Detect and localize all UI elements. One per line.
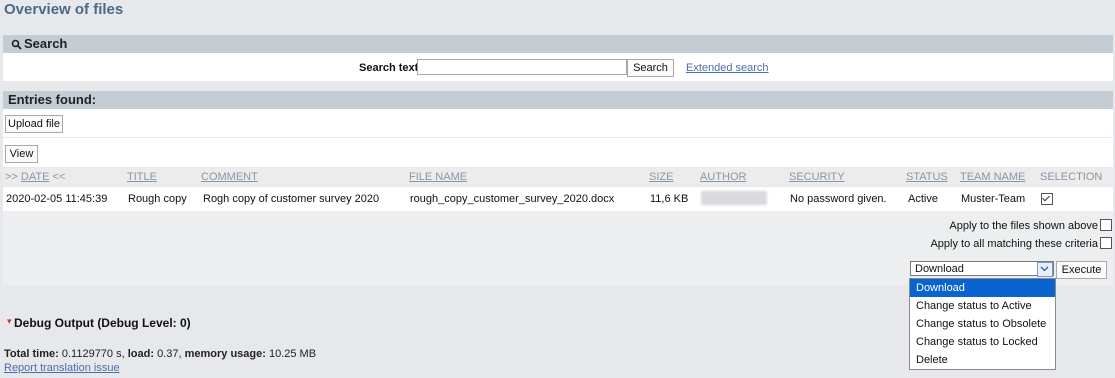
- entries-section-header: Entries found:: [3, 91, 1113, 109]
- column-header-team-name[interactable]: TEAM NAME: [960, 171, 1025, 183]
- sort-suffix-indicator: <<: [52, 171, 66, 183]
- column-header-size[interactable]: SIZE: [649, 171, 673, 183]
- cell-title: Rough copy: [128, 193, 187, 205]
- apply-matching-label: Apply to all matching these criteria: [930, 238, 1098, 250]
- column-header-security[interactable]: SECURITY: [789, 171, 845, 183]
- cell-file-name[interactable]: rough_copy_customer_survey_2020.docx: [410, 193, 614, 205]
- dropdown-option-status-obsolete[interactable]: Change status to Obsolete: [910, 315, 1055, 333]
- upload-row: Upload file: [3, 109, 1113, 137]
- entries-section-title: Entries found:: [8, 92, 97, 107]
- debug-output-title[interactable]: Debug Output (Debug Level: 0): [14, 316, 191, 330]
- table-header-row: >> DATE << TITLE COMMENT FILE NAME SIZE …: [3, 168, 1113, 186]
- view-button[interactable]: View: [5, 145, 38, 163]
- search-input[interactable]: [417, 59, 627, 75]
- execute-button[interactable]: Execute: [1056, 261, 1107, 279]
- apply-shown-checkbox[interactable]: [1100, 219, 1112, 231]
- total-time-value: 0.1129770 s,: [61, 348, 125, 360]
- apply-matching-checkbox[interactable]: [1100, 237, 1112, 249]
- dropdown-option-status-locked[interactable]: Change status to Locked: [910, 333, 1055, 351]
- total-time-label: Total time:: [4, 348, 59, 360]
- footer-stats: Total time: 0.1129770 s, load: 0.37, mem…: [4, 348, 316, 360]
- search-section-header: Search: [3, 35, 1113, 53]
- action-dropdown-list: Download Change status to Active Change …: [909, 278, 1056, 370]
- chevron-down-icon[interactable]: [1037, 262, 1053, 277]
- cell-comment: Rogh copy of customer survey 2020: [203, 193, 380, 205]
- column-header-author[interactable]: AUTHOR: [700, 171, 746, 183]
- load-label: load:: [127, 348, 154, 360]
- search-button[interactable]: Search: [627, 59, 674, 77]
- search-text-label: Search text: [359, 62, 419, 74]
- sort-prefix-indicator: >>: [5, 171, 18, 183]
- column-header-comment[interactable]: COMMENT: [201, 171, 258, 183]
- apply-shown-label: Apply to the files shown above: [949, 220, 1098, 232]
- memory-usage-label: memory usage:: [184, 348, 266, 360]
- debug-expand-icon[interactable]: ▾: [7, 316, 12, 327]
- upload-file-button[interactable]: Upload file: [5, 115, 63, 133]
- dropdown-option-download[interactable]: Download: [910, 279, 1055, 297]
- column-header-status[interactable]: STATUS: [906, 171, 948, 183]
- search-section-title: Search: [24, 36, 68, 51]
- cell-author-redacted: [701, 191, 767, 205]
- cell-size: 11,6 KB: [650, 193, 689, 205]
- action-select-value: Download: [915, 263, 964, 275]
- report-translation-link[interactable]: Report translation issue: [4, 362, 120, 374]
- memory-usage-value: 10.25 MB: [268, 348, 317, 360]
- column-header-title[interactable]: TITLE: [127, 171, 157, 183]
- column-header-file-name[interactable]: FILE NAME: [409, 171, 467, 183]
- cell-status: Active: [908, 193, 938, 205]
- dropdown-option-delete[interactable]: Delete: [910, 351, 1055, 369]
- cell-team-name: Muster-Team: [961, 193, 1026, 205]
- load-value: 0.37,: [157, 348, 182, 360]
- table-row: 2020-02-05 11:45:39 Rough copy Rogh copy…: [3, 187, 1113, 211]
- actions-area: Apply to the files shown above Apply to …: [3, 211, 1113, 285]
- column-header-date-label[interactable]: DATE: [21, 171, 50, 183]
- cell-security: No password given.: [790, 193, 887, 205]
- page-title: Overview of files: [4, 1, 124, 18]
- search-icon: [11, 39, 22, 50]
- search-panel: Search text Search Extended search: [3, 53, 1113, 81]
- view-row: View: [3, 138, 1113, 167]
- row-selection-checkbox[interactable]: [1041, 193, 1053, 205]
- extended-search-link[interactable]: Extended search: [686, 62, 769, 74]
- cell-date: 2020-02-05 11:45:39: [6, 193, 108, 205]
- dropdown-option-status-active[interactable]: Change status to Active: [910, 297, 1055, 315]
- column-header-date[interactable]: >> DATE <<: [5, 171, 65, 183]
- column-header-selection: SELECTION: [1040, 171, 1103, 183]
- action-select[interactable]: Download: [910, 261, 1054, 277]
